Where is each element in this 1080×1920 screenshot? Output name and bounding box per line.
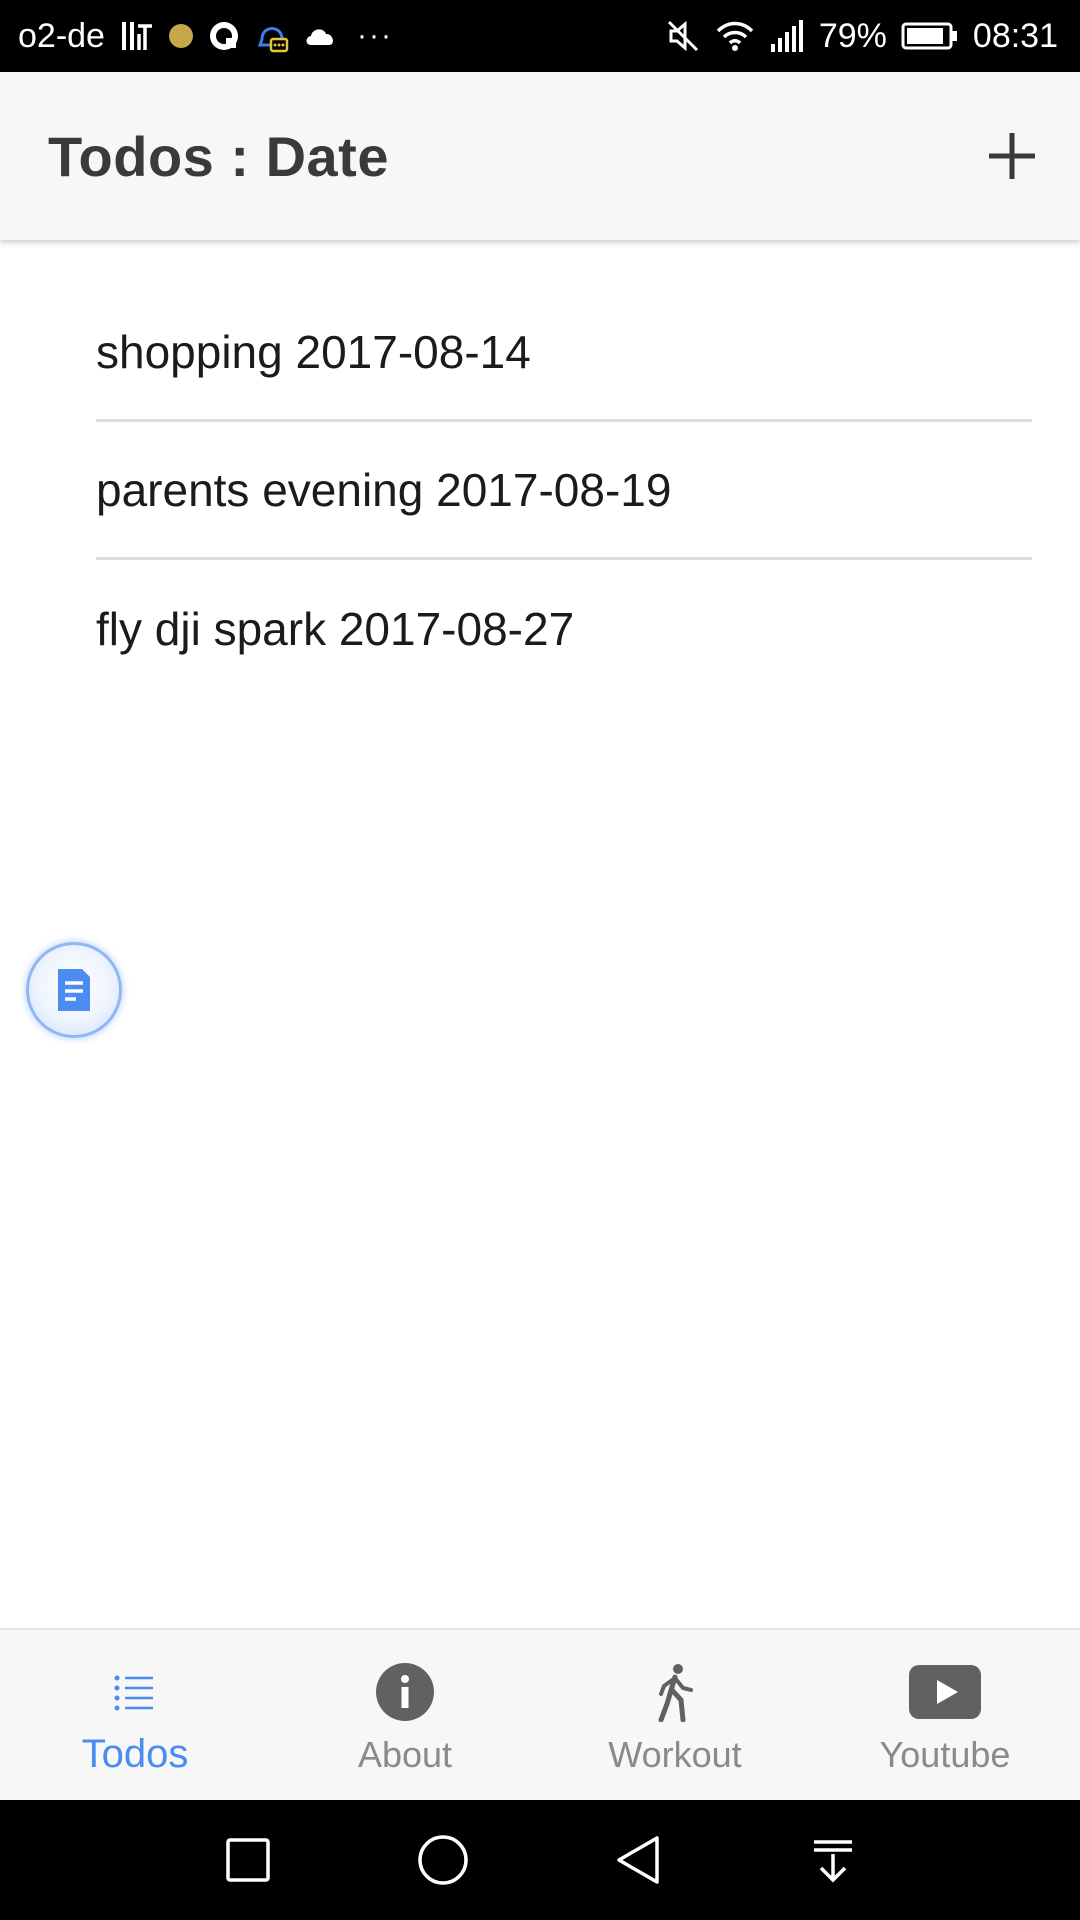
- tab-label: Youtube: [879, 1734, 1011, 1775]
- page-title: Todos : Date: [48, 124, 389, 188]
- todo-item[interactable]: parents evening 2017-08-19: [96, 422, 1032, 560]
- system-nav-bar: [0, 1800, 1080, 1920]
- recents-button[interactable]: [208, 1820, 288, 1900]
- tab-about[interactable]: About: [270, 1630, 540, 1800]
- tab-label: About: [357, 1734, 453, 1775]
- walk-icon: [653, 1662, 697, 1722]
- todo-item[interactable]: shopping 2017-08-14: [96, 284, 1032, 422]
- tab-label: Workout: [608, 1734, 742, 1775]
- info-icon: [375, 1662, 435, 1722]
- todo-list: shopping 2017-08-14 parents evening 2017…: [96, 284, 1032, 698]
- back-button[interactable]: [598, 1820, 678, 1900]
- status-right: 79% 08:31: [665, 17, 1058, 56]
- document-icon: [58, 969, 90, 1011]
- mute-icon: [665, 18, 701, 54]
- youtube-icon: [908, 1662, 982, 1722]
- bottom-tab-bar: Todos About Workout Youtube: [0, 1628, 1080, 1800]
- floating-note-button[interactable]: [26, 942, 122, 1038]
- clock: 08:31: [972, 16, 1058, 55]
- tab-workout[interactable]: Workout: [540, 1630, 810, 1800]
- plus-icon: [989, 133, 1035, 179]
- battery-icon: [901, 21, 959, 51]
- add-todo-button[interactable]: [972, 116, 1052, 196]
- wifi-icon: [715, 19, 755, 53]
- battery-percentage: 79%: [818, 16, 887, 55]
- back-triangle-icon: [616, 1836, 659, 1884]
- tab-todos[interactable]: Todos: [0, 1630, 270, 1800]
- notification-pulldown-icon: [813, 1840, 852, 1883]
- tab-label: Todos: [81, 1732, 189, 1776]
- messenger-icon: [255, 17, 289, 55]
- app-bar: Todos : Date: [0, 72, 1080, 240]
- screen: o2-de ··· 79% 08:31 Todos: Date shoppin…: [0, 0, 1080, 1920]
- list-icon: [113, 1662, 157, 1722]
- cloud-icon: [303, 23, 339, 49]
- status-bar: o2-de ··· 79% 08:31: [0, 0, 1080, 72]
- tab-youtube[interactable]: Youtube: [810, 1630, 1080, 1800]
- todo-item[interactable]: fly dji spark 2017-08-27: [96, 560, 1032, 698]
- recents-square-icon: [225, 1838, 270, 1882]
- more-notifications-icon: ···: [356, 19, 393, 52]
- home-circle-icon: [417, 1835, 468, 1885]
- signal-icon: [769, 20, 805, 52]
- chat-icon: [207, 19, 241, 53]
- hd-voice-icon: [119, 18, 155, 54]
- notification-dot-icon: [168, 24, 193, 48]
- carrier-label: o2-de: [18, 16, 105, 55]
- notification-pulldown-button[interactable]: [793, 1820, 873, 1900]
- home-button[interactable]: [403, 1820, 483, 1900]
- status-left: o2-de ···: [18, 17, 393, 56]
